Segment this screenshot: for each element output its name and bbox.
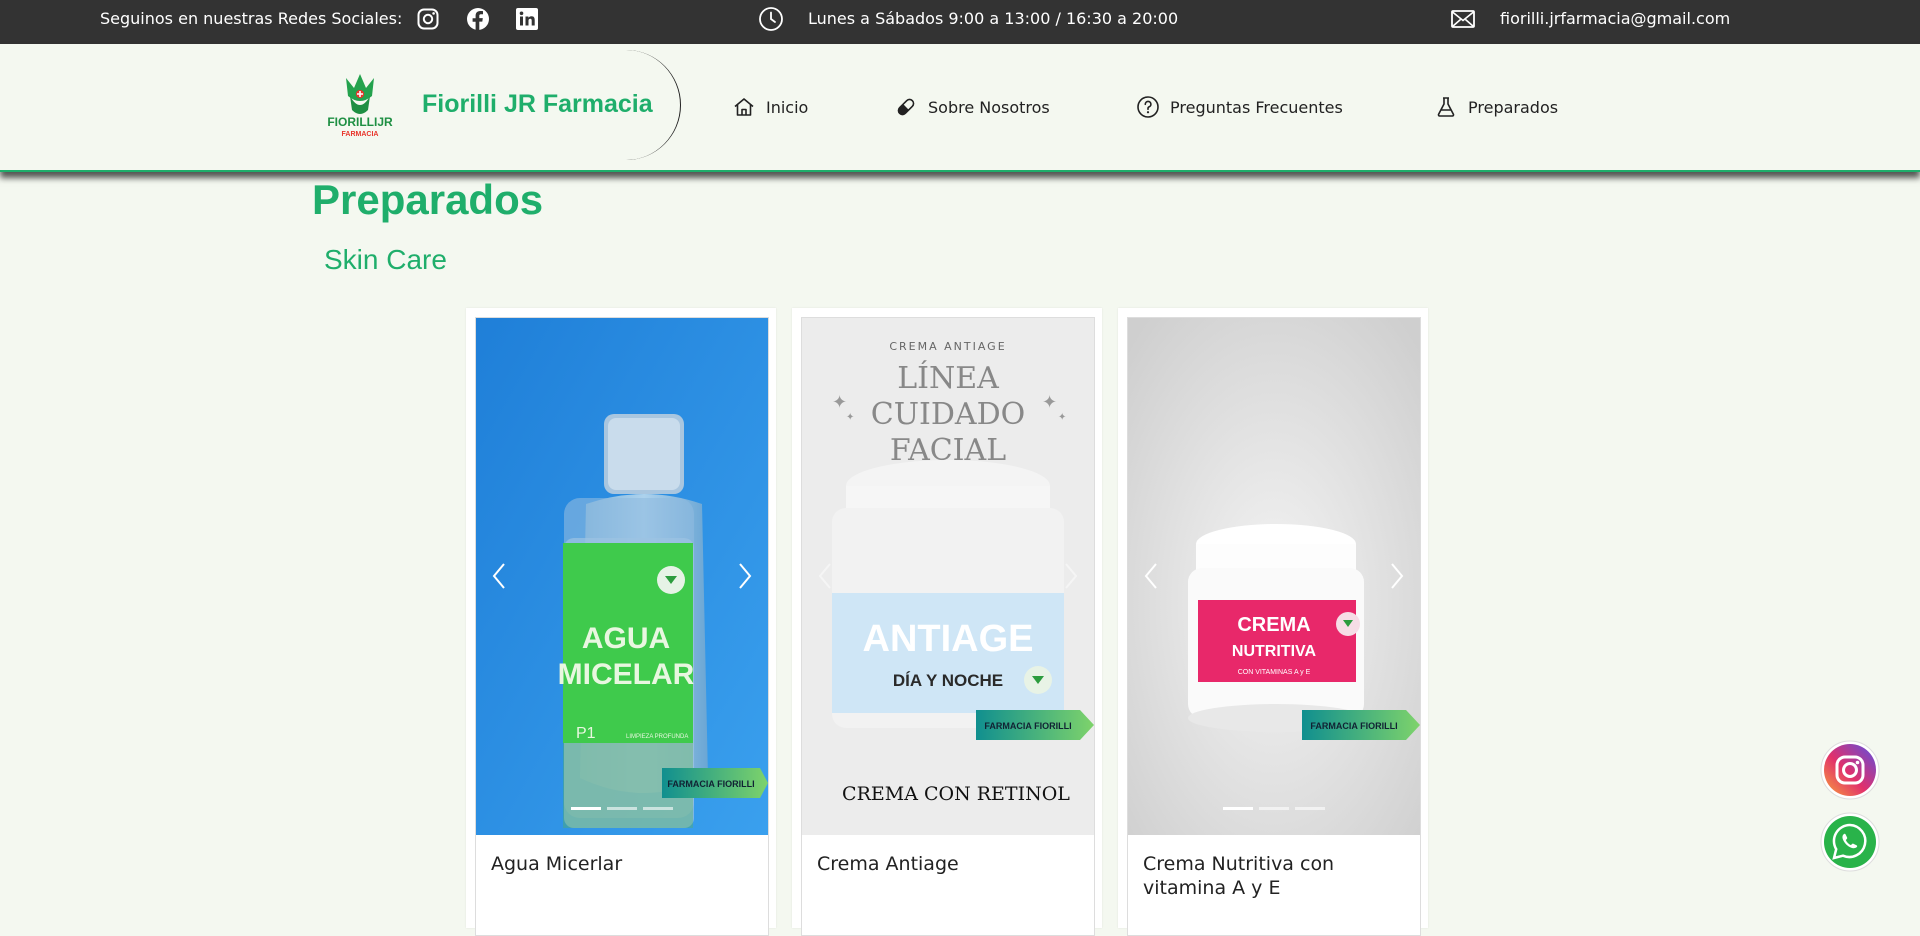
header-divider [600,50,681,160]
facebook-icon[interactable] [466,7,490,31]
home-icon [734,98,754,116]
card-caption-box [475,835,769,936]
brand-logo[interactable]: FIORILLIJR FARMACIA [326,70,394,142]
nav-label: Sobre Nosotros [928,97,1050,117]
product-carousel[interactable]: AGUA MICELAR P1 LIMPIEZA PROFUNDA FARMAC… [475,317,769,837]
header-line1: LÍNEA [897,360,999,396]
section-title: Skin Care [324,244,447,275]
svg-text:✦: ✦ [1042,392,1057,413]
svg-text:✦: ✦ [832,392,847,413]
product-image-crema-nutritiva: CREMA NUTRITIVA CON VITAMINAS A y E FARM… [1128,318,1420,836]
product-card[interactable]: AGUA MICELAR P1 LIMPIEZA PROFUNDA FARMAC… [466,308,776,936]
carousel-next-icon[interactable] [1062,561,1080,591]
logo-text-top: FIORILLIJR [327,115,393,129]
nav-preguntas-frecuentes[interactable]: Preguntas Frecuentes [1136,44,1343,170]
question-icon [1137,96,1159,118]
nav-preparados[interactable]: Preparados [1434,44,1558,170]
footer-text: CREMA CON RETINOL [842,783,1070,805]
label-line2: MICELAR [558,658,695,691]
badge-text: FARMACIA FIORILLI [667,779,754,789]
opening-hours: Lunes a Sábados 9:00 a 13:00 / 16:30 a 2… [808,9,1179,28]
instagram-icon [1820,740,1880,800]
product-carousel[interactable]: CREMA NUTRITIVA CON VITAMINAS A y E FARM… [1127,317,1421,837]
product-name[interactable]: Crema Nutritiva con vitamina A y E [1143,852,1413,900]
card-caption-box [801,835,1095,936]
product-image-agua-micelar: AGUA MICELAR P1 LIMPIEZA PROFUNDA FARMAC… [476,318,768,836]
product-card[interactable]: CREMA ANTIAGE LÍNEA CUIDADO FACIAL ✦ ✦ ✦ ✦ … [792,308,1102,936]
carousel-dot[interactable] [571,807,601,810]
carousel-next-icon[interactable] [736,561,754,591]
nav-label: Preparados [1468,97,1559,117]
carousel-indicators [476,807,768,810]
flask-icon [1437,97,1455,117]
carousel-indicators [1128,807,1420,810]
label-line1: ANTIAGE [863,618,1034,660]
carousel-dot[interactable] [643,807,673,810]
page-title: Preparados [312,176,544,223]
carousel-prev-icon[interactable] [816,561,834,591]
logo-text-bottom: FARMACIA [342,131,379,138]
nav-sobre-nosotros[interactable]: Sobre Nosotros [894,44,1050,170]
whatsapp-float-button[interactable] [1820,812,1880,872]
label-line1: AGUA [582,622,670,655]
nav-label: Inicio [766,97,809,117]
carousel-dot[interactable] [1295,807,1325,810]
product-image-crema-antiage: CREMA ANTIAGE LÍNEA CUIDADO FACIAL ✦✦✦✦ … [802,318,1094,836]
carousel-dot[interactable] [1223,807,1253,810]
social-label: Seguinos en nuestras Redes Sociales: [100,9,403,28]
label-line1: CREMA [1237,614,1310,636]
label-line2: NUTRITIVA [1232,643,1317,660]
svg-text:✦: ✦ [1058,412,1066,423]
instagram-icon[interactable] [416,7,440,31]
product-name[interactable]: Crema Antiage [817,852,1087,876]
clock-icon [758,6,784,36]
label-small1: P1 [576,725,596,742]
label-small2: LIMPIEZA PROFUNDA [626,734,688,740]
nav-label: Preguntas Frecuentes [1170,97,1343,117]
header-line2: CUIDADO [871,397,1025,432]
email-link[interactable]: fiorilli.jrfarmacia@gmail.com [1500,0,1730,38]
carousel-prev-icon[interactable] [490,561,508,591]
carousel-prev-icon[interactable] [1142,561,1160,591]
linkedin-icon[interactable] [515,7,539,31]
svg-text:✦: ✦ [846,412,854,423]
carousel-dot[interactable] [607,807,637,810]
label-line3: CON VITAMINAS A y E [1238,669,1311,676]
product-card[interactable]: CREMA NUTRITIVA CON VITAMINAS A y E FARM… [1118,308,1428,936]
label-line2: DÍA Y NOCHE [893,671,1003,690]
site-header: FIORILLIJR FARMACIA Fiorilli JR Farmacia… [0,44,1920,172]
whatsapp-icon [1820,812,1880,872]
instagram-float-button[interactable] [1820,740,1880,800]
capsule-icon [897,98,915,116]
carousel-next-icon[interactable] [1388,561,1406,591]
badge-text: FARMACIA FIORILLI [1310,721,1397,731]
header-small: CREMA ANTIAGE [889,340,1006,353]
carousel-dot[interactable] [1259,807,1289,810]
product-carousel[interactable]: CREMA ANTIAGE LÍNEA CUIDADO FACIAL ✦ ✦ ✦ ✦ … [801,317,1095,837]
product-name[interactable]: Agua Micerlar [491,852,761,876]
mail-icon [1450,7,1476,35]
nav-inicio[interactable]: Inicio [732,44,808,170]
top-bar: Seguinos en nuestras Redes Sociales: Lun… [0,0,1920,44]
badge-text: FARMACIA FIORILLI [984,721,1071,731]
